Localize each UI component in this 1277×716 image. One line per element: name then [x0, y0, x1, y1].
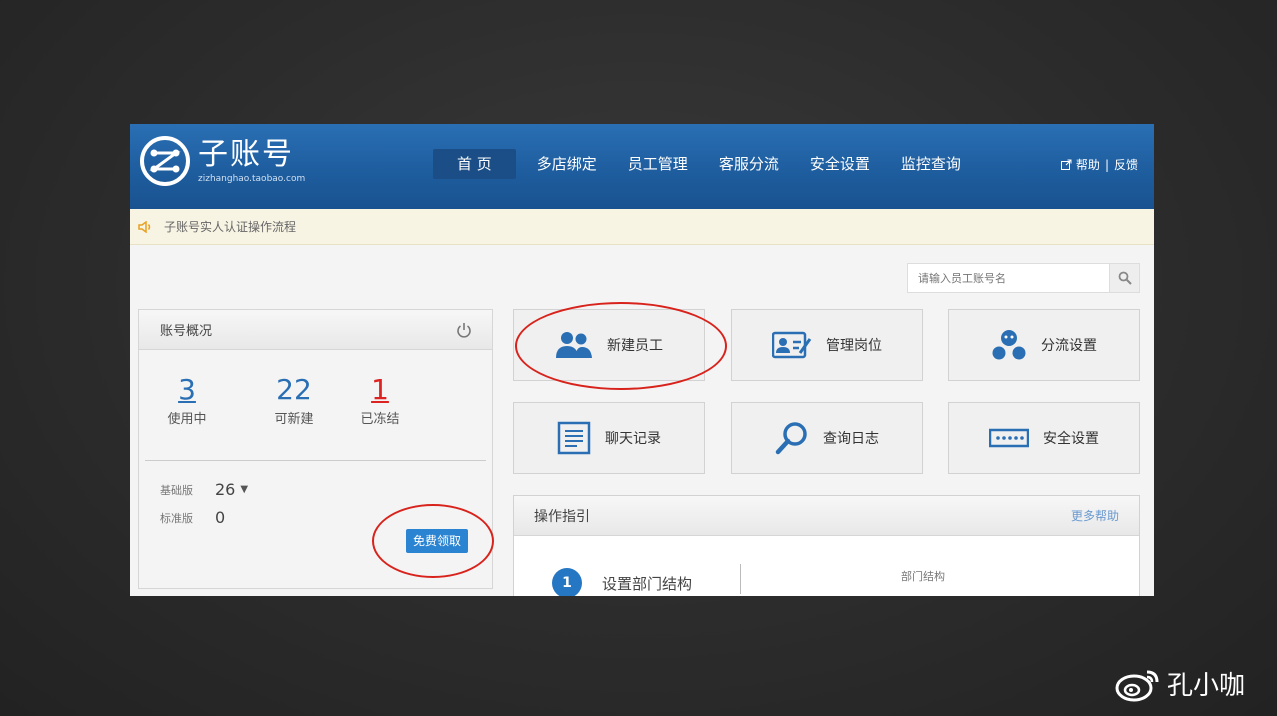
search-button[interactable]: [1109, 264, 1139, 292]
logo[interactable]: 子账号 zizhanghao.taobao.com: [140, 136, 305, 186]
tile-manage-positions[interactable]: 管理岗位: [731, 309, 923, 381]
tile-query-log[interactable]: 查询日志: [731, 402, 923, 474]
nav-multi-store[interactable]: 多店绑定: [524, 149, 610, 179]
free-claim-button[interactable]: 免费领取: [406, 529, 468, 553]
tile-label: 管理岗位: [826, 338, 882, 354]
routing-icon: [992, 330, 1026, 360]
guide-step[interactable]: 1 设置部门结构: [552, 568, 692, 596]
stat-frozen[interactable]: 1 已冻结: [337, 374, 423, 428]
main-nav: 首 页 多店绑定 员工管理 客服分流 安全设置 监控查询: [433, 149, 979, 179]
guide-title: 操作指引: [534, 508, 590, 525]
feedback-link[interactable]: 反馈: [1114, 156, 1138, 173]
separator: |: [1104, 157, 1109, 172]
tile-label: 新建员工: [607, 338, 663, 354]
tile-label: 聊天记录: [605, 431, 661, 447]
edition-basic-value[interactable]: 26: [215, 480, 235, 499]
logo-icon: [140, 136, 190, 186]
nav-monitoring[interactable]: 监控查询: [888, 149, 974, 179]
logo-url: zizhanghao.taobao.com: [198, 174, 306, 184]
panel-title: 账号概况: [160, 324, 213, 339]
step-divider: [740, 564, 750, 594]
help-link[interactable]: 帮助: [1076, 156, 1100, 173]
edition-standard-label: 标准版: [160, 511, 193, 525]
nav-service-routing[interactable]: 客服分流: [706, 149, 792, 179]
stat-frozen-label: 已冻结: [360, 412, 400, 427]
step-number: 1: [552, 568, 582, 596]
divider: [145, 460, 486, 461]
search-icon: [1118, 271, 1132, 285]
notice-bar: 子账号实人认证操作流程: [130, 209, 1154, 245]
nav-staff[interactable]: 员工管理: [615, 149, 701, 179]
edition-standard: 标准版 0: [160, 508, 225, 527]
app-window: 子账号 zizhanghao.taobao.com 首 页 多店绑定 员工管理 …: [130, 124, 1154, 596]
speaker-icon: [138, 220, 151, 233]
watermark: 孔小咖: [1115, 665, 1245, 702]
id-card-icon: [772, 331, 812, 359]
watermark-text: 孔小咖: [1167, 671, 1246, 701]
tile-chat-records[interactable]: 聊天记录: [513, 402, 705, 474]
operation-guide-panel: 操作指引 更多帮助 1 设置部门结构 部门结构: [513, 495, 1140, 596]
stat-creatable-value: 22: [276, 373, 312, 406]
password-icon: [989, 428, 1029, 448]
nav-home[interactable]: 首 页: [433, 149, 516, 179]
stat-creatable-label: 可新建: [274, 412, 314, 427]
stat-frozen-value[interactable]: 1: [337, 374, 423, 406]
tile-new-employee[interactable]: 新建员工: [513, 309, 705, 381]
logo-title: 子账号: [198, 137, 294, 172]
account-overview-panel: 账号概况 3 使用中 22 可新建 1 已冻结 基础版 26 ▼ 标准版 0 免…: [138, 309, 493, 589]
help-links: 帮助 | 反馈: [1060, 156, 1138, 173]
users-icon: [556, 332, 592, 358]
edition-standard-value: 0: [215, 508, 226, 527]
stat-in-use-label: 使用中: [167, 412, 207, 427]
external-link-icon: [1060, 159, 1072, 170]
edition-basic-label: 基础版: [160, 483, 193, 497]
stat-creatable: 22 可新建: [251, 373, 337, 428]
more-help-link[interactable]: 更多帮助: [1071, 507, 1119, 524]
tile-label: 查询日志: [823, 431, 879, 447]
document-icon: [557, 421, 591, 455]
tile-routing-settings[interactable]: 分流设置: [948, 309, 1140, 381]
stat-in-use-value[interactable]: 3: [165, 374, 209, 406]
step-label: 设置部门结构: [602, 574, 693, 593]
dept-structure-label: 部门结构: [901, 570, 945, 583]
notice-link[interactable]: 子账号实人认证操作流程: [164, 218, 296, 235]
caret-down-icon[interactable]: ▼: [240, 484, 248, 495]
power-icon[interactable]: [456, 322, 472, 338]
search-box: [907, 263, 1140, 293]
stat-in-use[interactable]: 3 使用中: [165, 374, 209, 428]
tile-label: 安全设置: [1043, 431, 1099, 447]
tile-security-settings[interactable]: 安全设置: [948, 402, 1140, 474]
magnifier-icon: [775, 422, 807, 455]
tile-label: 分流设置: [1041, 338, 1097, 354]
edition-basic: 基础版 26 ▼: [160, 480, 248, 499]
nav-security[interactable]: 安全设置: [797, 149, 883, 179]
top-header: 子账号 zizhanghao.taobao.com 首 页 多店绑定 员工管理 …: [130, 124, 1154, 209]
search-input[interactable]: [908, 264, 1109, 292]
weibo-icon: [1115, 670, 1159, 701]
